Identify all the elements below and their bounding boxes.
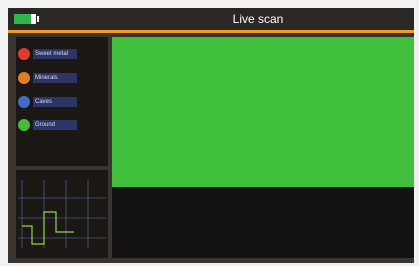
scan-screen-display bbox=[112, 37, 414, 187]
legend-item-ground[interactable]: Ground bbox=[16, 118, 108, 132]
signal-graph bbox=[18, 180, 106, 248]
legend-item-caves[interactable]: Caves bbox=[16, 95, 108, 109]
red-dot-icon bbox=[18, 48, 30, 60]
legend-label: Minerals bbox=[33, 73, 77, 83]
signal-graph-panel bbox=[16, 170, 108, 258]
legend-label: Caves bbox=[33, 97, 77, 107]
battery-tip bbox=[37, 16, 39, 22]
green-dot-icon bbox=[18, 119, 30, 131]
legend-panel: Sweet metal Minerals Caves Ground bbox=[16, 37, 108, 166]
page-title: Live scan bbox=[232, 12, 284, 26]
legend-label: Sweet metal bbox=[33, 49, 77, 59]
blue-dot-icon bbox=[18, 96, 30, 108]
accent-divider bbox=[8, 30, 414, 33]
battery-icon bbox=[14, 14, 36, 24]
scan-screen bbox=[112, 37, 414, 258]
legend-label: Ground bbox=[33, 120, 77, 130]
device-frame: Live scan Sweet metal Minerals Caves Gro… bbox=[8, 8, 414, 263]
signal-graph-grid bbox=[18, 180, 106, 248]
orange-dot-icon bbox=[18, 72, 30, 84]
battery-level bbox=[14, 14, 31, 24]
legend-item-sweet-metal[interactable]: Sweet metal bbox=[16, 47, 108, 61]
top-bar: Live scan bbox=[8, 8, 414, 30]
legend-item-minerals[interactable]: Minerals bbox=[16, 71, 108, 85]
